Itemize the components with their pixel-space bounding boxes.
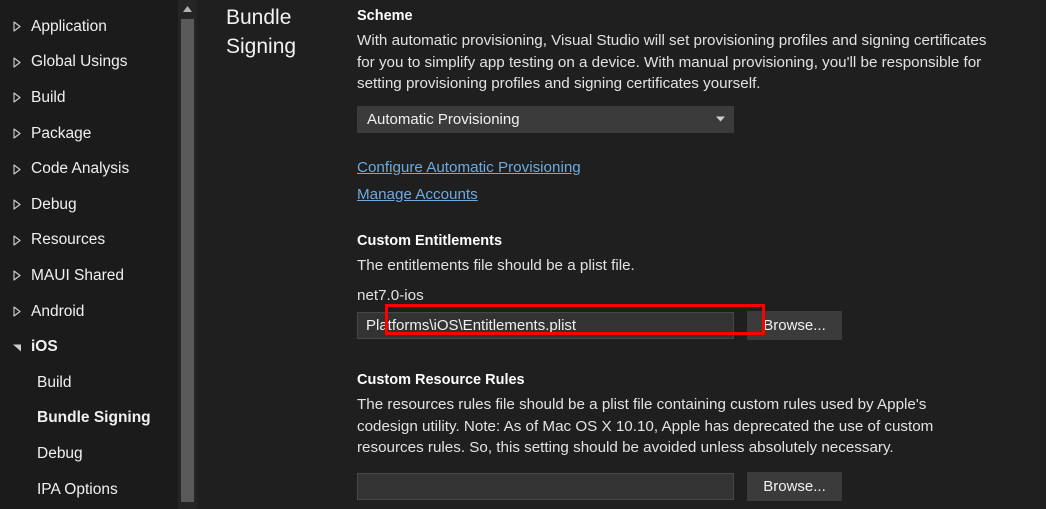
sidebar-item-debug[interactable]: Debug — [0, 436, 178, 472]
sidebar-scrollbar[interactable] — [178, 0, 197, 509]
manage-accounts-link[interactable]: Manage Accounts — [357, 186, 478, 203]
provisioning-scheme-value: Automatic Provisioning — [367, 110, 520, 128]
sidebar-item-android[interactable]: Android — [0, 294, 178, 330]
sidebar-item-maui-shared[interactable]: MAUI Shared — [0, 258, 178, 294]
sidebar-item-ipa-options[interactable]: IPA Options — [0, 472, 178, 508]
project-properties-window: Application Global Usings Build Package Code… — [0, 0, 1046, 509]
sidebar-item-label: Bundle Signing — [37, 409, 151, 427]
scrollbar-thumb[interactable] — [181, 19, 194, 502]
tree-expanded-arrow-icon[interactable] — [8, 343, 26, 352]
sidebar-item-label: Global Usings — [31, 53, 128, 71]
custom-resource-rules-heading: Custom Resource Rules — [357, 372, 525, 388]
scheme-section: Scheme With automatic provisioning, Visu… — [357, 8, 1026, 204]
scroll-up-arrow-icon[interactable] — [178, 0, 197, 17]
configure-automatic-provisioning-link[interactable]: Configure Automatic Provisioning — [357, 159, 581, 176]
custom-resource-rules-description: The resources rules file should be a pli… — [357, 396, 934, 456]
tree-collapsed-arrow-icon[interactable] — [8, 21, 26, 32]
chevron-down-icon — [716, 116, 725, 122]
sidebar-item-ios[interactable]: iOS — [0, 329, 178, 365]
tree-collapsed-arrow-icon[interactable] — [8, 306, 26, 317]
scheme-description: With automatic provisioning, Visual Stud… — [357, 32, 987, 92]
sidebar-item-label: Debug — [31, 195, 77, 213]
tree-collapsed-arrow-icon[interactable] — [8, 199, 26, 210]
tree-collapsed-arrow-icon[interactable] — [8, 92, 26, 104]
custom-entitlements-description: The entitlements file should be a plist … — [357, 256, 635, 274]
custom-resource-rules-section: Custom Resource Rules The resources rule… — [357, 372, 1026, 501]
custom-entitlements-heading: Custom Entitlements — [357, 232, 503, 249]
custom-entitlements-section: Custom Entitlements The entitlements fil… — [357, 232, 1026, 340]
settings-tree: Application Global Usings Build Package Code… — [0, 0, 178, 509]
tree-collapsed-arrow-icon[interactable] — [8, 235, 26, 246]
provisioning-scheme-dropdown[interactable]: Automatic Provisioning — [357, 105, 734, 133]
sidebar-item-label: MAUI Shared — [31, 266, 125, 284]
tree-collapsed-arrow-icon[interactable] — [8, 164, 26, 175]
sidebar-item-debug[interactable]: Debug — [0, 187, 178, 223]
sidebar-item-application[interactable]: Application — [0, 9, 178, 45]
sidebar-item-build[interactable]: Build — [0, 365, 178, 401]
tree-collapsed-arrow-icon[interactable] — [8, 128, 26, 139]
sidebar-item-package[interactable]: Package — [0, 116, 178, 152]
sidebar-item-label: Android — [31, 302, 85, 320]
sidebar-item-code-analysis[interactable]: Code Analysis — [0, 151, 178, 187]
sidebar-item-label: Debug — [37, 444, 83, 462]
resource-rules-field-row: Browse... — [357, 471, 1026, 501]
sidebar-item-label: Package — [31, 124, 92, 142]
page-title: Bundle Signing — [226, 6, 297, 58]
sidebar-item-global-usings[interactable]: Global Usings — [0, 45, 178, 81]
settings-content: Scheme With automatic provisioning, Visu… — [357, 0, 1046, 509]
sidebar-item-bundle-signing[interactable]: Bundle Signing — [0, 401, 178, 437]
sidebar-item-label: Application — [31, 17, 107, 35]
entitlements-field-row: Platforms\iOS\Entitlements.plist Browse.… — [357, 311, 1026, 340]
tree-collapsed-arrow-icon[interactable] — [8, 270, 26, 282]
sidebar-item-label: Build — [31, 88, 66, 106]
sidebar-item-label: IPA Options — [37, 480, 118, 498]
entitlements-browse-button[interactable]: Browse... — [747, 311, 842, 340]
resource-rules-path-input[interactable] — [357, 472, 734, 500]
sidebar-item-label: Resources — [31, 231, 106, 249]
scheme-heading: Scheme — [357, 8, 413, 24]
settings-navigation-sidebar: Application Global Usings Build Package Code… — [0, 0, 197, 509]
sidebar-item-label: Build — [37, 373, 72, 391]
entitlements-framework-label: net7.0-ios — [357, 287, 424, 304]
entitlements-path-input[interactable]: Platforms\iOS\Entitlements.plist — [357, 312, 734, 339]
sidebar-item-label: Code Analysis — [31, 160, 130, 178]
tree-collapsed-arrow-icon[interactable] — [8, 57, 26, 68]
sidebar-item-label: iOS — [31, 338, 58, 356]
page-title-column: Bundle Signing — [197, 0, 357, 509]
sidebar-item-resources[interactable]: Resources — [0, 223, 178, 259]
resource-rules-browse-button[interactable]: Browse... — [747, 471, 842, 501]
sidebar-item-build[interactable]: Build — [0, 80, 178, 116]
